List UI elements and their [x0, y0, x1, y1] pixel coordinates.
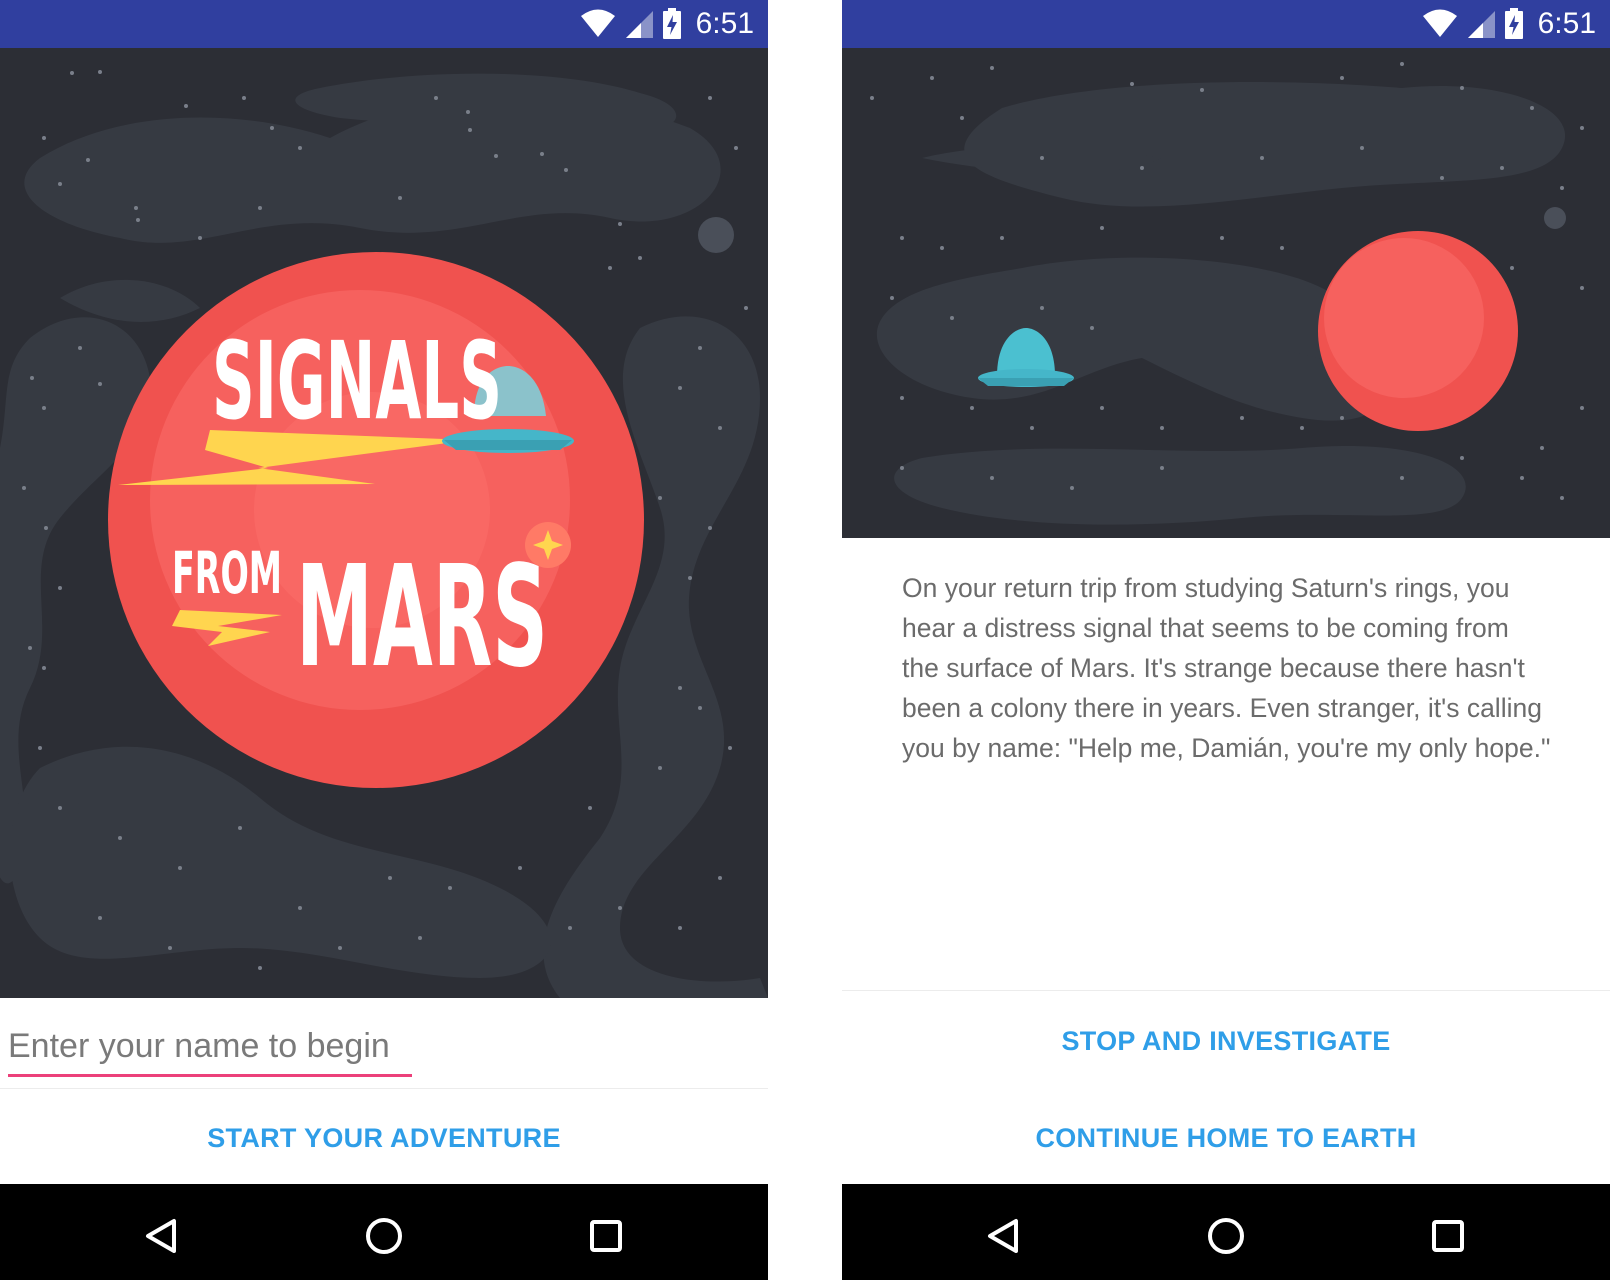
- moon: [1544, 207, 1566, 229]
- recents-icon: [1432, 1220, 1464, 1252]
- logo-mars: MARS: [296, 536, 548, 699]
- logo-signals: SIGNALS: [212, 319, 502, 444]
- back-icon: [146, 1219, 176, 1253]
- home-icon: [1208, 1218, 1244, 1254]
- status-time: 6:51: [1537, 7, 1596, 40]
- recents-button[interactable]: [1424, 1212, 1472, 1260]
- start-screen: 6:51 SIGNALS FROM MARS Enter your name t…: [0, 0, 768, 1280]
- status-icons: 6:51: [1422, 7, 1596, 41]
- start-adventure-button[interactable]: START YOUR ADVENTURE: [0, 1093, 768, 1183]
- recents-icon: [590, 1220, 622, 1252]
- back-button[interactable]: [980, 1212, 1028, 1260]
- back-button[interactable]: [138, 1212, 186, 1260]
- home-button[interactable]: [1202, 1212, 1250, 1260]
- space-scene: [842, 48, 1610, 538]
- battery-charging-icon: [1504, 8, 1523, 39]
- back-icon: [988, 1219, 1018, 1253]
- wifi-icon: [1422, 9, 1457, 37]
- status-bar: 6:51: [842, 0, 1610, 48]
- moon: [698, 217, 734, 253]
- mars-planet: [1318, 231, 1518, 431]
- status-icons: 6:51: [580, 7, 754, 41]
- home-icon: [366, 1218, 402, 1254]
- stop-and-investigate-button[interactable]: STOP AND INVESTIGATE: [842, 996, 1610, 1086]
- name-input[interactable]: [8, 1018, 412, 1077]
- cell-signal-icon: [625, 11, 653, 38]
- story-illustration: [842, 48, 1610, 538]
- logo-from: FROM: [172, 539, 282, 607]
- recents-button[interactable]: [582, 1212, 630, 1260]
- story-text: On your return trip from studying Saturn…: [902, 573, 1551, 763]
- divider: [0, 1088, 768, 1089]
- home-button[interactable]: [360, 1212, 408, 1260]
- wifi-icon: [580, 9, 615, 37]
- navigation-bar: [0, 1184, 768, 1280]
- navigation-bar: [842, 1184, 1610, 1280]
- space-scene: SIGNALS FROM MARS: [0, 48, 768, 998]
- battery-charging-icon: [662, 8, 681, 39]
- continue-home-button[interactable]: CONTINUE HOME TO EARTH: [842, 1093, 1610, 1183]
- divider: [842, 990, 1610, 991]
- hero-illustration: SIGNALS FROM MARS: [0, 48, 768, 998]
- status-bar: 6:51: [0, 0, 768, 48]
- story-screen: 6:51 On your return trip from studying S…: [842, 0, 1610, 1280]
- cell-signal-icon: [1467, 11, 1495, 38]
- status-time: 6:51: [695, 7, 754, 40]
